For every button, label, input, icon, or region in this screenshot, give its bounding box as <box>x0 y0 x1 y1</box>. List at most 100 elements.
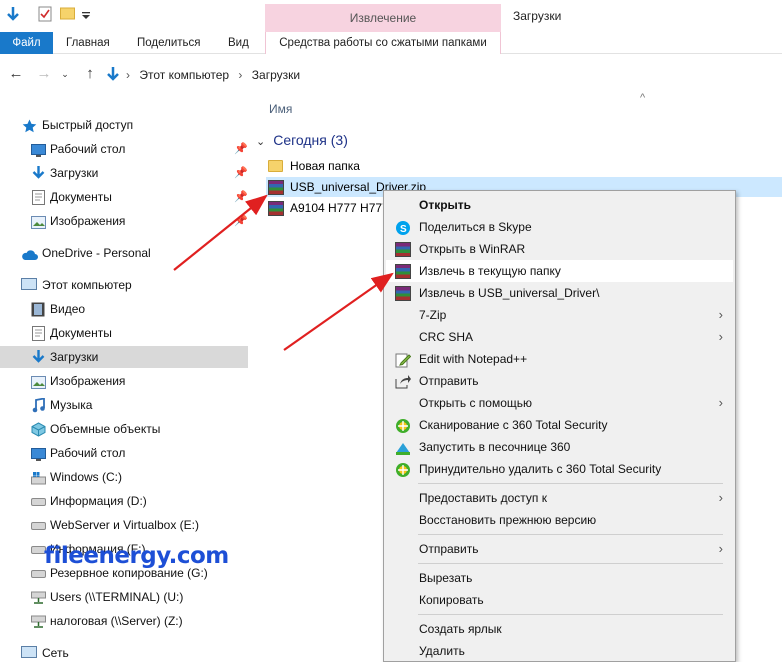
tab-compressed-folder-tools[interactable]: Средства работы со сжатыми папками <box>265 32 501 54</box>
menu-item-open-winrar[interactable]: Открыть в WinRAR <box>386 238 733 260</box>
menu-item-360-force-delete[interactable]: Принудительно удалить с 360 Total Securi… <box>386 458 733 480</box>
column-header-name[interactable]: Имя <box>269 102 292 116</box>
svg-text:S: S <box>400 224 407 235</box>
menu-item-delete[interactable]: Удалить <box>386 640 733 662</box>
watermark: fileenergy.com <box>44 543 229 569</box>
ribbon-tabs: Файл Главная Поделиться Вид Средства раб… <box>0 32 782 54</box>
drive-icon <box>31 498 46 506</box>
documents-icon <box>32 326 47 341</box>
customize-qat-icon[interactable] <box>82 9 90 23</box>
drive-icon <box>31 570 46 578</box>
sidebar-item-drive-z[interactable]: налоговая (\\Server) (Z:) <box>0 610 248 632</box>
video-icon <box>31 302 46 317</box>
sidebar-item-videos[interactable]: Видео <box>0 298 248 320</box>
breadcrumb-this-pc[interactable]: Этот компьютер <box>139 68 229 82</box>
chevron-right-icon: › <box>718 329 723 344</box>
window-title: Загрузки <box>513 9 562 23</box>
chevron-down-icon: ⌄ <box>256 136 266 148</box>
contextual-tab-group: Извлечение <box>265 4 501 34</box>
notepadpp-icon <box>395 352 412 368</box>
menu-item-open-with[interactable]: Открыть с помощью › <box>386 392 733 414</box>
tab-view[interactable]: Вид <box>222 32 255 54</box>
sidebar-item-desktop-pinned[interactable]: Рабочий стол 📌 <box>0 138 248 160</box>
sidebar-item-network[interactable]: Сеть <box>0 642 248 662</box>
menu-separator <box>418 534 723 535</box>
new-folder-icon[interactable] <box>60 6 75 23</box>
back-arrow-icon[interactable]: ← <box>7 65 25 83</box>
desktop-icon <box>31 446 46 461</box>
computer-icon <box>21 278 37 290</box>
winrar-archive-icon <box>268 201 284 216</box>
quick-access-toolbar: Извлечение Загрузки <box>0 0 782 34</box>
winrar-archive-icon <box>268 180 284 195</box>
menu-item-restore-versions[interactable]: Восстановить прежнюю версию <box>386 509 733 531</box>
menu-item-cut[interactable]: Вырезать <box>386 567 733 589</box>
download-arrow-icon[interactable] <box>6 6 20 27</box>
breadcrumb-downloads[interactable]: Загрузки <box>252 68 300 82</box>
sidebar-item-documents[interactable]: Документы <box>0 322 248 344</box>
tab-share[interactable]: Поделиться <box>131 32 207 54</box>
network-drive-icon <box>31 590 46 604</box>
music-note-icon <box>32 397 47 413</box>
location-downloads-icon <box>106 66 120 87</box>
context-menu: Открыть S Поделиться в Skype Открыть в W… <box>383 190 736 662</box>
sidebar-item-3d-objects[interactable]: Объемные объекты <box>0 418 248 440</box>
recent-dropdown-icon[interactable]: ⌄ <box>56 65 74 83</box>
file-row[interactable]: Новая папка <box>266 156 782 176</box>
pictures-icon <box>31 374 46 389</box>
properties-icon[interactable] <box>38 6 52 25</box>
sidebar-item-quick-access[interactable]: Быстрый доступ <box>0 114 248 136</box>
sidebar-item-drive-u[interactable]: Users (\\TERMINAL) (U:) <box>0 586 248 608</box>
sidebar-item-drive-c[interactable]: Windows (C:) <box>0 466 248 488</box>
breadcrumb-separator-icon: › <box>126 68 130 82</box>
menu-item-360-scan[interactable]: Сканирование с 360 Total Security <box>386 414 733 436</box>
download-arrow-icon <box>32 350 47 364</box>
forward-arrow-icon[interactable]: → <box>35 65 53 83</box>
pin-icon[interactable]: 📌 <box>234 138 248 160</box>
tab-home[interactable]: Главная <box>60 32 116 54</box>
windows-drive-icon <box>31 470 46 485</box>
folder-icon <box>268 160 283 172</box>
sidebar-item-music[interactable]: Музыка <box>0 394 248 416</box>
group-header-today[interactable]: ⌄ Сегодня (3) <box>256 132 348 148</box>
winrar-icon <box>395 264 411 279</box>
menu-item-360-sandbox[interactable]: Запустить в песочнице 360 <box>386 436 733 458</box>
sidebar-item-pictures[interactable]: Изображения <box>0 370 248 392</box>
tab-file[interactable]: Файл <box>0 32 53 54</box>
cube-icon <box>31 422 46 437</box>
menu-item-send-to[interactable]: Отправить › <box>386 538 733 560</box>
sidebar-item-downloads[interactable]: Загрузки <box>0 346 248 368</box>
menu-separator <box>418 563 723 564</box>
sidebar-item-onedrive[interactable]: OneDrive - Personal <box>0 242 248 264</box>
star-icon <box>22 118 37 133</box>
menu-item-give-access[interactable]: Предоставить доступ к › <box>386 487 733 509</box>
sidebar-item-drive-d[interactable]: Информация (D:) <box>0 490 248 512</box>
sidebar-item-downloads-pinned[interactable]: Загрузки 📌 <box>0 162 248 184</box>
menu-item-notepadpp[interactable]: Edit with Notepad++ <box>386 348 733 370</box>
menu-item-7zip[interactable]: 7-Zip › <box>386 304 733 326</box>
pin-icon[interactable]: 📌 <box>234 186 248 208</box>
sort-ascending-icon: ^ <box>640 92 646 104</box>
sidebar-item-this-pc[interactable]: Этот компьютер <box>0 274 248 296</box>
up-arrow-icon[interactable]: ↑ <box>81 65 99 83</box>
sidebar-item-pictures-pinned[interactable]: Изображения 📌 <box>0 210 248 232</box>
menu-item-send[interactable]: Отправить <box>386 370 733 392</box>
menu-item-copy[interactable]: Копировать <box>386 589 733 611</box>
pin-icon[interactable]: 📌 <box>234 162 248 184</box>
sandbox-icon <box>395 440 411 455</box>
network-drive-icon <box>31 614 46 628</box>
documents-icon <box>32 190 47 205</box>
sidebar-item-drive-e[interactable]: WebServer и Virtualbox (E:) <box>0 514 248 536</box>
menu-item-create-shortcut[interactable]: Создать ярлык <box>386 618 733 640</box>
menu-item-extract-to-folder[interactable]: Извлечь в USB_universal_Driver\ <box>386 282 733 304</box>
menu-item-crc-sha[interactable]: CRC SHA › <box>386 326 733 348</box>
navigation-bar: ← → ⌄ ↑ › Этот компьютер › Загрузки <box>0 60 782 90</box>
pin-icon[interactable]: 📌 <box>234 210 248 232</box>
winrar-icon <box>395 242 411 257</box>
menu-item-open[interactable]: Открыть <box>386 194 733 216</box>
breadcrumb: › Этот компьютер › Загрузки <box>126 65 306 85</box>
sidebar-item-documents-pinned[interactable]: Документы 📌 <box>0 186 248 208</box>
sidebar-item-desktop[interactable]: Рабочий стол <box>0 442 248 464</box>
menu-item-extract-here[interactable]: Извлечь в текущую папку <box>386 260 733 282</box>
menu-item-share-skype[interactable]: S Поделиться в Skype <box>386 216 733 238</box>
